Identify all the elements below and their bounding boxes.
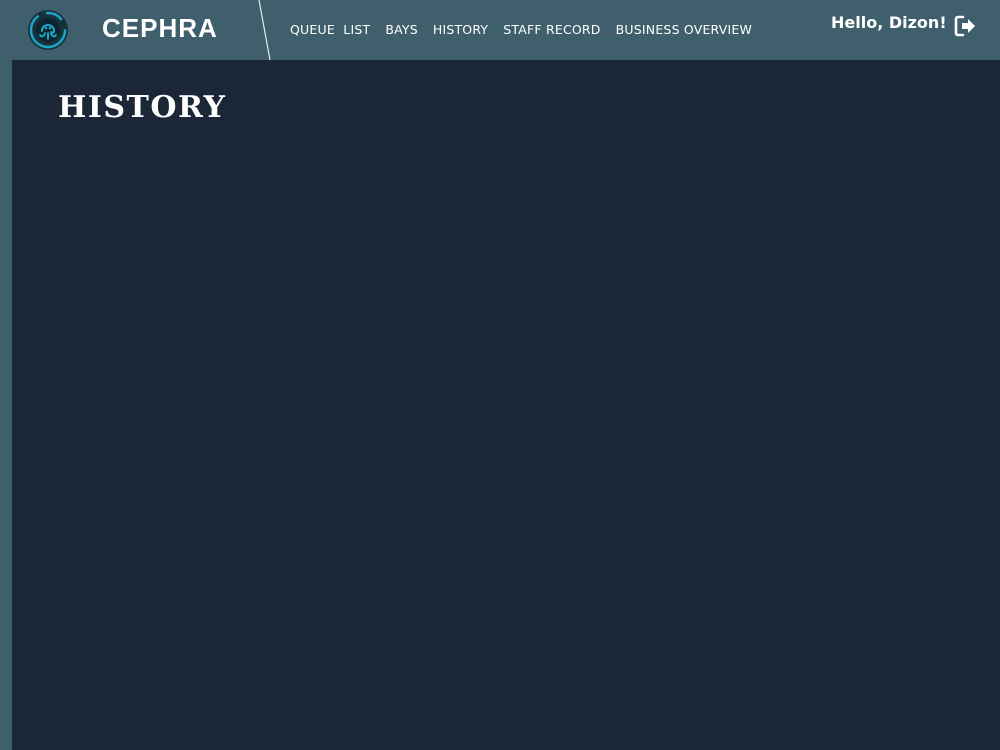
brand-name: CEPHRA <box>102 13 218 43</box>
nav-staff-record[interactable]: STAFF RECORD <box>503 22 600 37</box>
header-divider <box>258 0 271 60</box>
nav-queue-list[interactable]: QUEUE LIST <box>290 22 370 37</box>
nav-bays[interactable]: BAYS <box>385 22 418 37</box>
app-window: CEPHRA QUEUE LIST BAYS HISTORY STAFF REC… <box>0 0 1000 750</box>
nav-business-overview[interactable]: BUSINESS OVERVIEW <box>616 22 752 37</box>
main-content: HISTORY <box>12 60 1000 750</box>
top-navigation-bar: CEPHRA QUEUE LIST BAYS HISTORY STAFF REC… <box>0 0 1000 60</box>
octopus-logo-icon <box>28 10 68 50</box>
user-greeting: Hello, Dizon! <box>831 13 947 32</box>
nav-history[interactable]: HISTORY <box>433 22 488 37</box>
logout-icon[interactable] <box>952 13 978 39</box>
page-title: HISTORY <box>58 90 227 125</box>
main-nav: QUEUE LIST BAYS HISTORY STAFF RECORD BUS… <box>290 22 752 37</box>
